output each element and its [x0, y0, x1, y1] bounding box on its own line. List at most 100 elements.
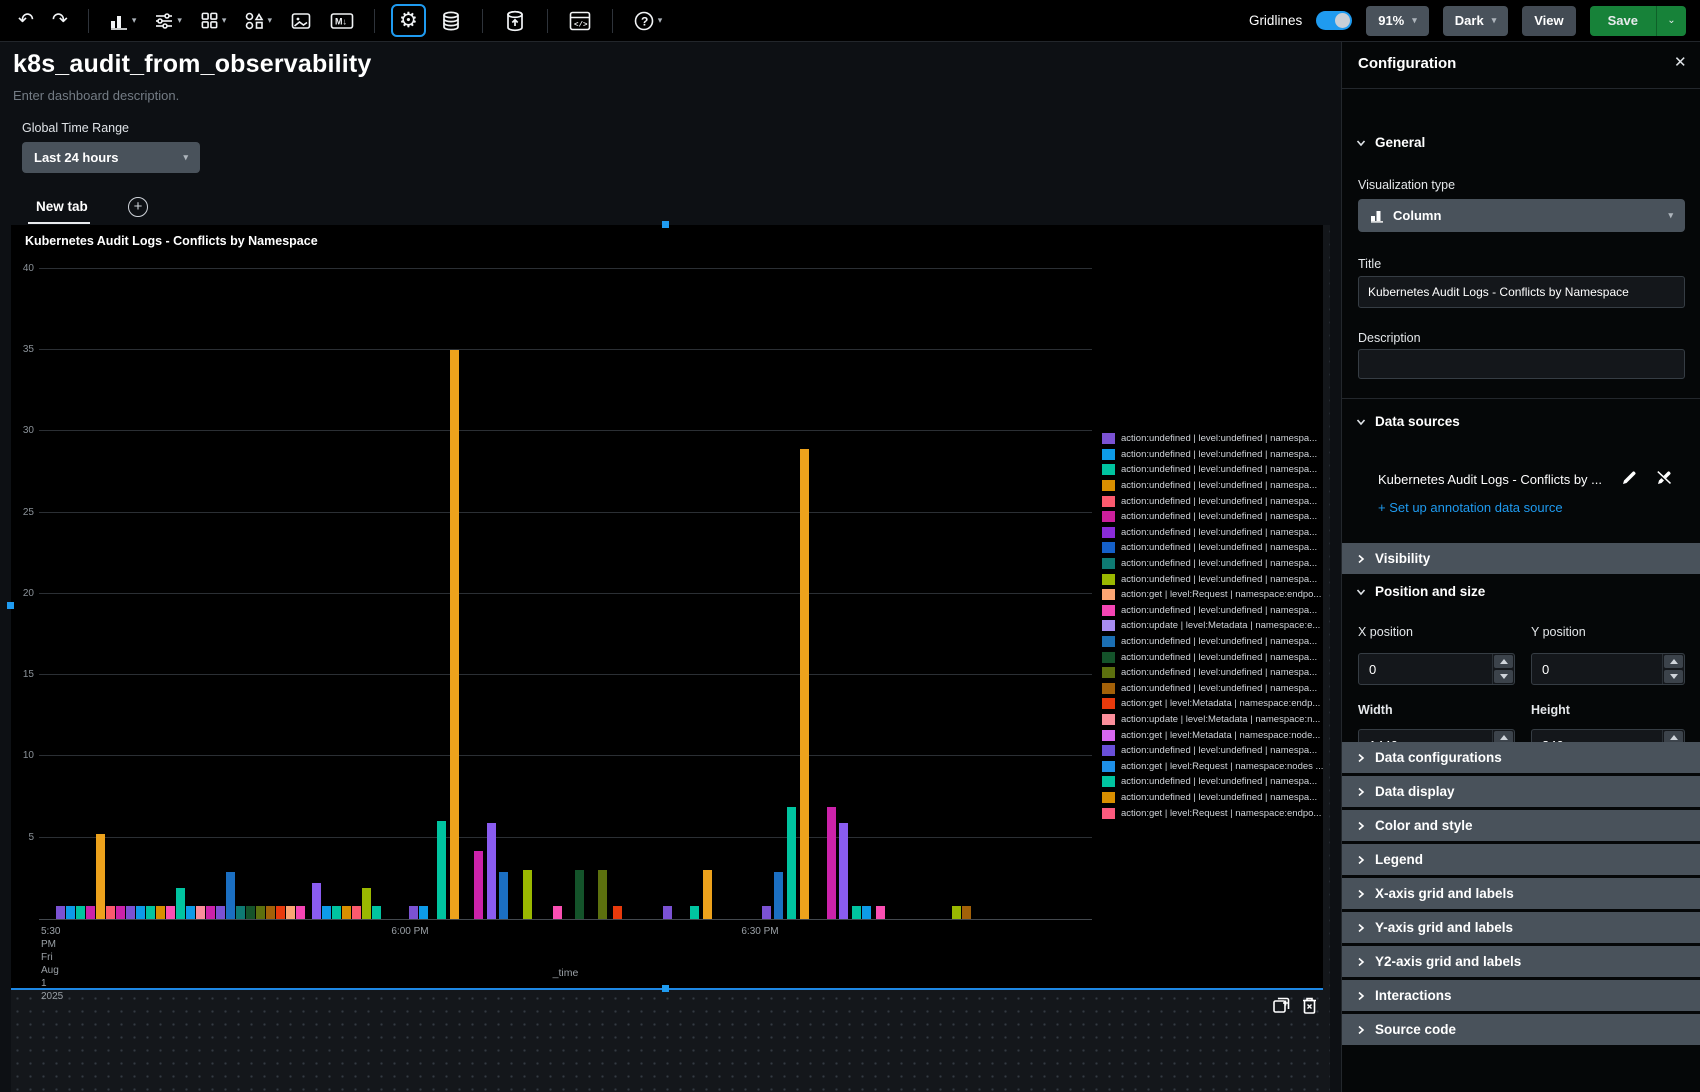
- legend-item[interactable]: action:undefined | level:undefined | nam…: [1102, 571, 1323, 587]
- section-y2-axis-grid-and-labels[interactable]: Y2-axis grid and labels: [1342, 946, 1700, 977]
- legend-item[interactable]: action:undefined | level:undefined | nam…: [1102, 431, 1323, 447]
- chart-bar[interactable]: [952, 906, 961, 919]
- legend-item[interactable]: action:get | level:Request | namespace:e…: [1102, 805, 1323, 821]
- section-y-axis-grid-and-labels[interactable]: Y-axis grid and labels: [1342, 912, 1700, 943]
- chart-bar[interactable]: [474, 851, 483, 919]
- chart-bar[interactable]: [166, 906, 175, 919]
- legend-item[interactable]: action:get | level:Request | namespace:e…: [1102, 587, 1323, 603]
- chart-bar[interactable]: [136, 906, 145, 919]
- dashboard-description[interactable]: Enter dashboard description.: [13, 88, 179, 103]
- section-position-size[interactable]: Position and size: [1356, 584, 1485, 599]
- view-button[interactable]: View: [1522, 6, 1575, 36]
- chart-bar[interactable]: [419, 906, 428, 919]
- chart-bar[interactable]: [206, 906, 215, 919]
- chart-widget[interactable]: Kubernetes Audit Logs - Conflicts by Nam…: [11, 225, 1323, 990]
- resize-handle-bottom[interactable]: [662, 985, 669, 992]
- section-source-code[interactable]: Source code: [1342, 1014, 1700, 1045]
- chart-bar[interactable]: [286, 906, 295, 919]
- section-data-configurations[interactable]: Data configurations: [1342, 742, 1700, 773]
- legend-item[interactable]: action:undefined | level:undefined | nam…: [1102, 681, 1323, 697]
- legend-item[interactable]: action:update | level:Metadata | namespa…: [1102, 618, 1323, 634]
- chart-bar[interactable]: [800, 449, 809, 919]
- section-color-and-style[interactable]: Color and style: [1342, 810, 1700, 841]
- controls-button[interactable]: ▾: [150, 8, 186, 34]
- image-button[interactable]: [286, 8, 316, 34]
- chart-bar[interactable]: [575, 870, 584, 919]
- chart-bar[interactable]: [296, 906, 305, 919]
- chart-bar[interactable]: [86, 906, 95, 919]
- duplicate-widget-button[interactable]: [1272, 996, 1292, 1020]
- edit-source-button[interactable]: [1621, 470, 1637, 491]
- legend-item[interactable]: action:update | level:Metadata | namespa…: [1102, 712, 1323, 728]
- chart-bar[interactable]: [66, 906, 75, 919]
- chart-bar[interactable]: [787, 807, 796, 919]
- legend-item[interactable]: action:undefined | level:undefined | nam…: [1102, 478, 1323, 494]
- section-interactions[interactable]: Interactions: [1342, 980, 1700, 1011]
- chart-bar[interactable]: [598, 870, 607, 919]
- chart-bar[interactable]: [56, 906, 65, 919]
- section-x-axis-grid-and-labels[interactable]: X-axis grid and labels: [1342, 878, 1700, 909]
- time-range-dropdown[interactable]: Last 24 hours ▾: [22, 142, 200, 173]
- chart-bar[interactable]: [176, 888, 185, 919]
- legend-item[interactable]: action:get | level:Metadata | namespace:…: [1102, 727, 1323, 743]
- add-tab-button[interactable]: +: [128, 197, 148, 217]
- chart-bar[interactable]: [196, 906, 205, 919]
- gridlines-toggle[interactable]: [1316, 11, 1352, 30]
- legend-item[interactable]: action:undefined | level:undefined | nam…: [1102, 509, 1323, 525]
- description-input[interactable]: [1358, 349, 1685, 379]
- x-position-spinner[interactable]: [1492, 654, 1514, 684]
- setup-annotation-link[interactable]: + Set up annotation data source: [1378, 500, 1563, 515]
- chart-bar[interactable]: [372, 906, 381, 919]
- chart-bar[interactable]: [116, 906, 125, 919]
- theme-dropdown[interactable]: Dark▾: [1443, 6, 1508, 36]
- legend-item[interactable]: action:undefined | level:undefined | nam…: [1102, 447, 1323, 463]
- help-button[interactable]: ? ▾: [629, 7, 667, 35]
- close-panel-icon[interactable]: ✕: [1674, 53, 1687, 71]
- tab-new-tab[interactable]: New tab: [36, 199, 88, 214]
- legend-item[interactable]: action:get | level:Metadata | namespace:…: [1102, 696, 1323, 712]
- undo-icon[interactable]: ↶: [14, 8, 38, 33]
- x-position-input[interactable]: 0: [1358, 653, 1515, 685]
- chart-bar[interactable]: [276, 906, 285, 919]
- chart-bar[interactable]: [216, 906, 225, 919]
- chart-bar[interactable]: [126, 906, 135, 919]
- chart-bar[interactable]: [437, 821, 446, 919]
- legend-item[interactable]: action:undefined | level:undefined | nam…: [1102, 790, 1323, 806]
- redo-icon[interactable]: ↷: [48, 8, 72, 33]
- viz-type-dropdown[interactable]: Column ▾: [1358, 199, 1685, 232]
- chart-bar[interactable]: [266, 906, 275, 919]
- chart-bar[interactable]: [523, 870, 532, 919]
- shapes-button[interactable]: ▾: [240, 8, 276, 34]
- chart-type-button[interactable]: ▾: [105, 8, 141, 34]
- legend-item[interactable]: action:undefined | level:undefined | nam…: [1102, 743, 1323, 759]
- legend-item[interactable]: action:undefined | level:undefined | nam…: [1102, 649, 1323, 665]
- section-data-sources[interactable]: Data sources: [1356, 414, 1460, 429]
- chart-bar[interactable]: [762, 906, 771, 919]
- chart-bar[interactable]: [409, 906, 418, 919]
- legend-item[interactable]: action:undefined | level:undefined | nam…: [1102, 540, 1323, 556]
- legend-item[interactable]: action:undefined | level:undefined | nam…: [1102, 525, 1323, 541]
- markdown-button[interactable]: M↓: [326, 8, 358, 34]
- datasource-upload-button[interactable]: [499, 6, 531, 36]
- legend-item[interactable]: action:undefined | level:undefined | nam…: [1102, 462, 1323, 478]
- chart-bar[interactable]: [256, 906, 265, 919]
- section-data-display[interactable]: Data display: [1342, 776, 1700, 807]
- section-legend[interactable]: Legend: [1342, 844, 1700, 875]
- chart-bar[interactable]: [663, 906, 672, 919]
- zoom-dropdown[interactable]: 91%▾: [1366, 6, 1429, 36]
- chart-bar[interactable]: [362, 888, 371, 919]
- title-input[interactable]: [1358, 276, 1685, 308]
- legend-item[interactable]: action:get | level:Request | namespace:n…: [1102, 758, 1323, 774]
- chart-bar[interactable]: [876, 906, 885, 919]
- chart-bar[interactable]: [487, 823, 496, 919]
- chart-bar[interactable]: [312, 883, 321, 919]
- chart-bar[interactable]: [499, 872, 508, 919]
- chart-bar[interactable]: [774, 872, 783, 919]
- legend-item[interactable]: action:undefined | level:undefined | nam…: [1102, 603, 1323, 619]
- chart-bar[interactable]: [146, 906, 155, 919]
- legend-item[interactable]: action:undefined | level:undefined | nam…: [1102, 665, 1323, 681]
- chart-bar[interactable]: [342, 906, 351, 919]
- chart-bar[interactable]: [236, 906, 245, 919]
- configuration-gear-button[interactable]: ⚙: [391, 4, 426, 37]
- section-visibility[interactable]: Visibility: [1342, 543, 1700, 574]
